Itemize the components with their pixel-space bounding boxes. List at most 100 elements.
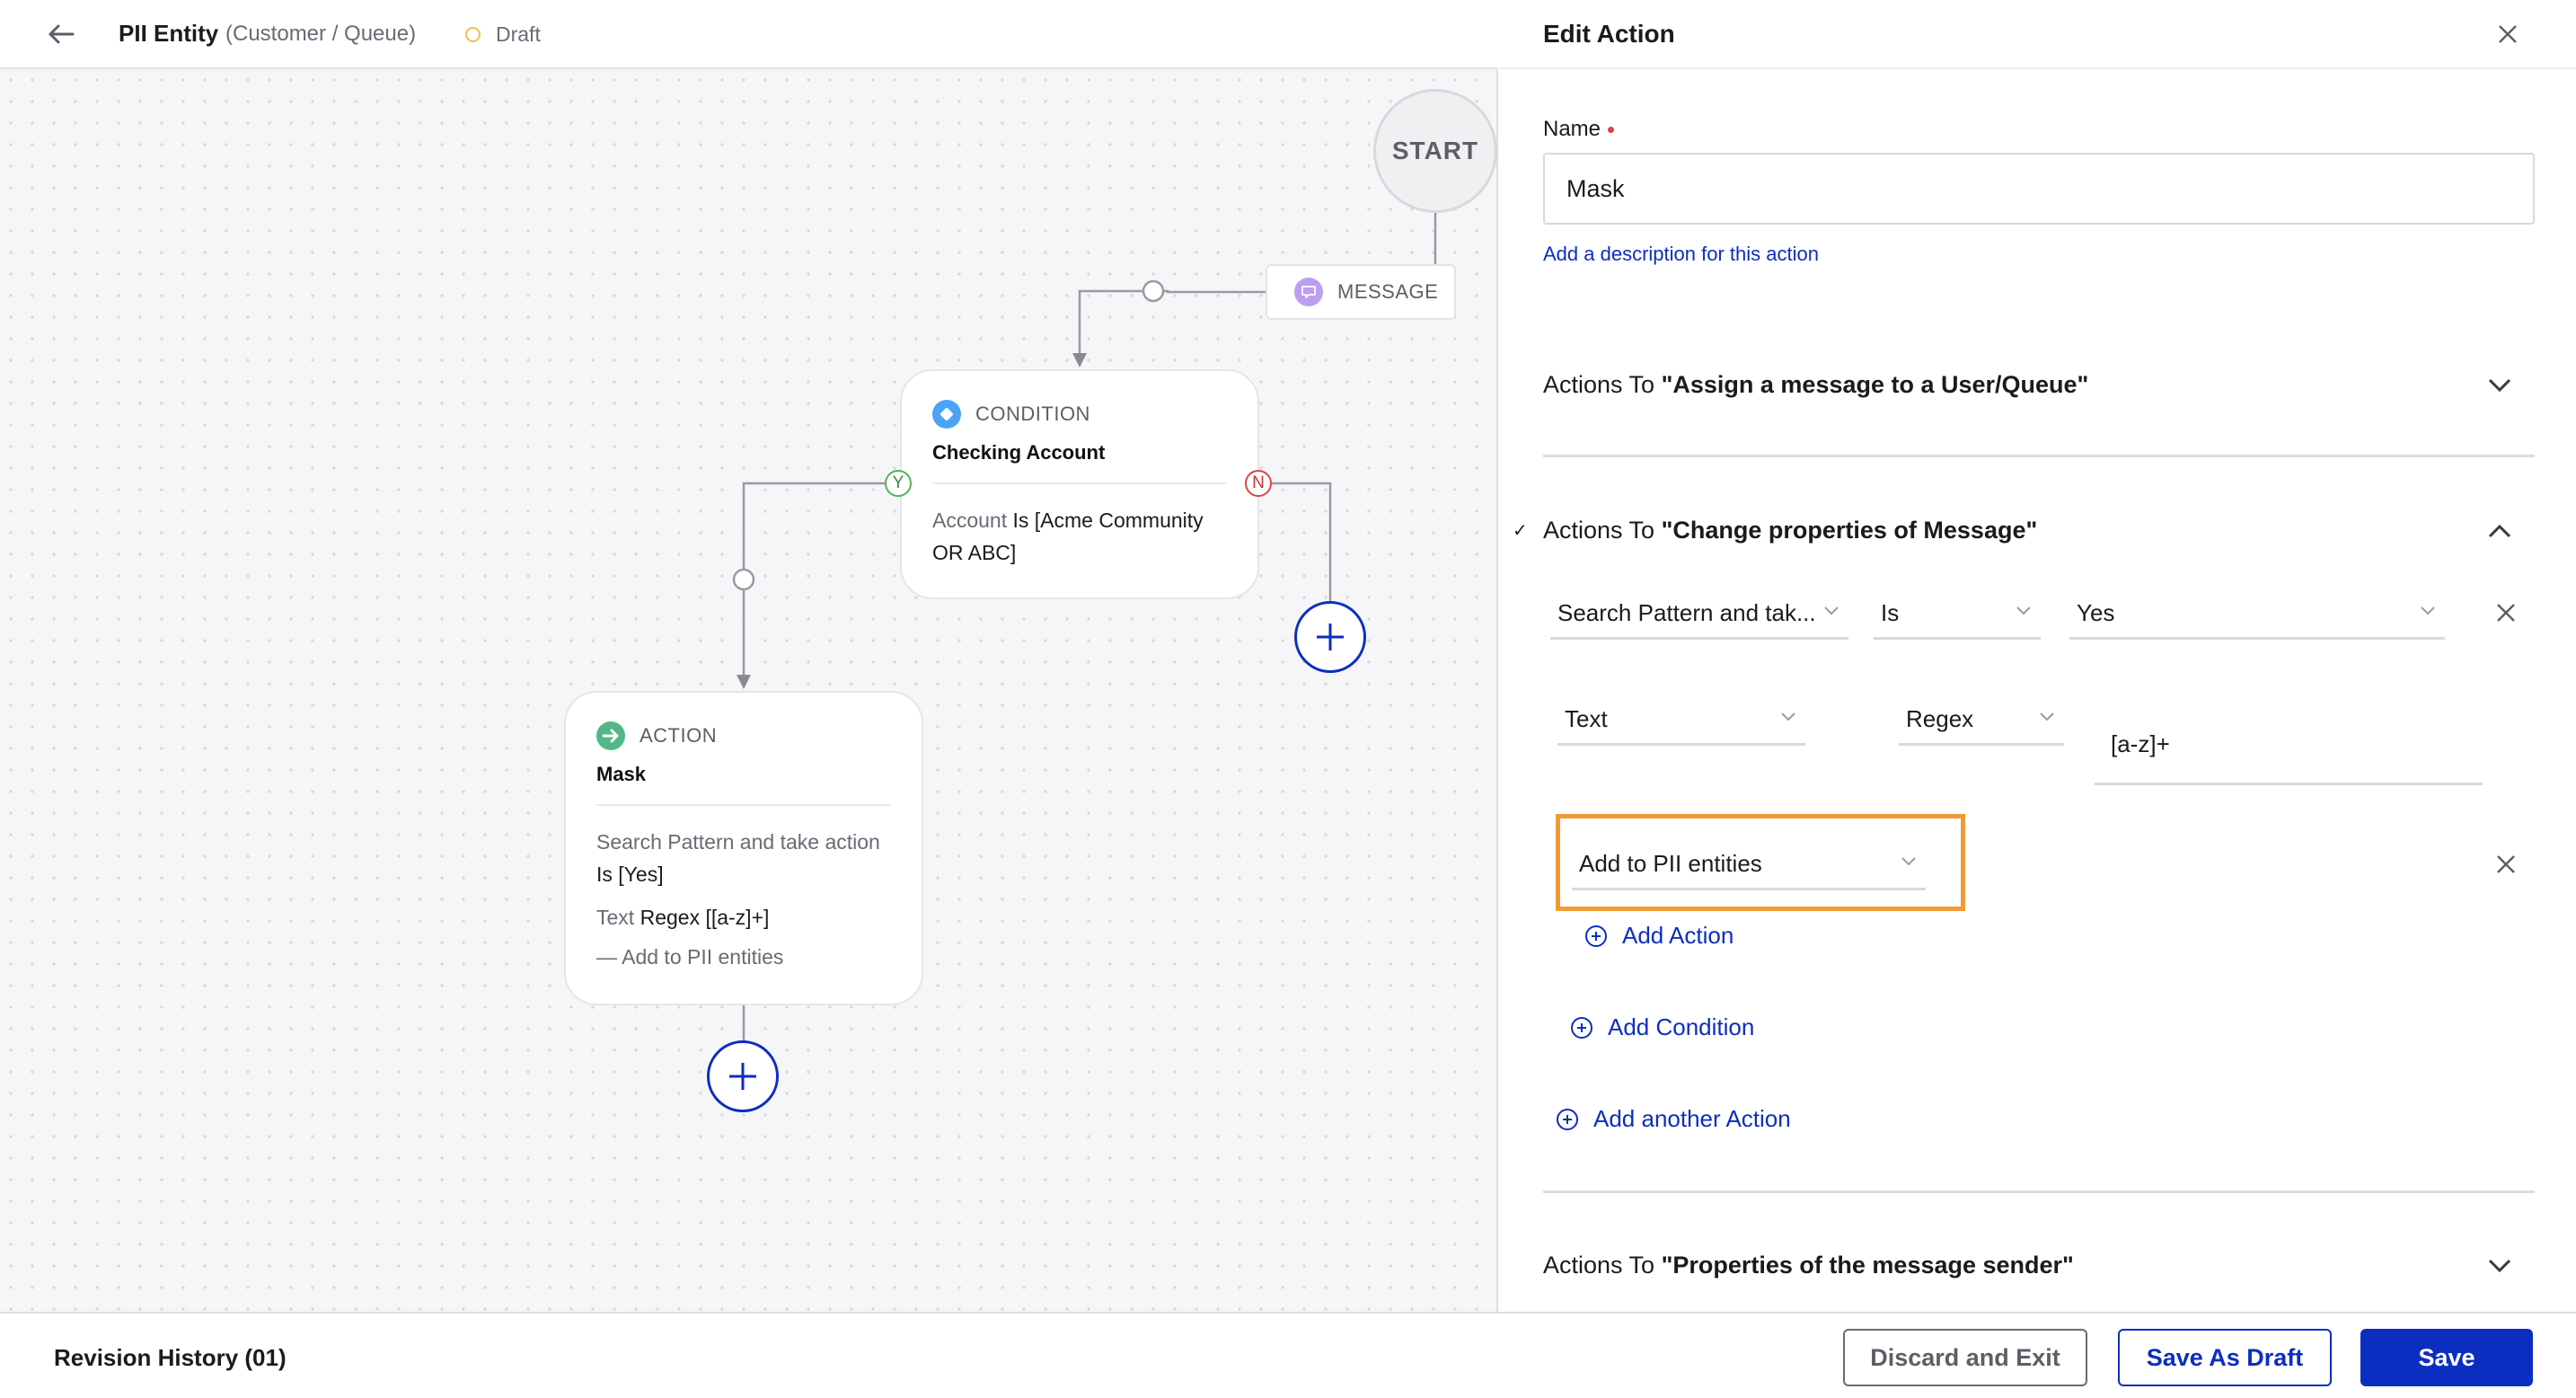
connector-yes-branch — [742, 482, 885, 680]
rule-value: Regex [[a-z]+] — [640, 906, 770, 929]
action-arrow-icon — [596, 721, 625, 750]
add-another-action-link[interactable]: Add another Action — [1556, 1105, 1791, 1133]
chevron-down-icon — [1901, 857, 1916, 866]
name-label-text: Name — [1543, 117, 1601, 141]
add-node-button[interactable] — [1294, 601, 1366, 673]
panel-header: Edit Action — [1500, 0, 2576, 69]
rule-value: Is [Yes] — [596, 863, 664, 886]
chevron-down-icon — [2040, 712, 2054, 721]
page-title: PII Entity — [119, 20, 219, 47]
status-badge: Draft — [496, 22, 541, 46]
divider — [596, 804, 891, 806]
add-condition-link[interactable]: Add Condition — [1570, 1013, 1754, 1041]
regex-input[interactable] — [2095, 697, 2483, 785]
edit-action-panel: Edit Action Name Add a description for t… — [1500, 0, 2576, 1312]
add-condition-label: Add Condition — [1608, 1013, 1755, 1040]
connector-handle — [1142, 279, 1165, 303]
name-input[interactable] — [1543, 153, 2535, 225]
add-another-action-label: Add another Action — [1593, 1105, 1791, 1132]
name-field-label: Name — [1543, 117, 1615, 142]
select-value: Is — [1881, 599, 1900, 626]
action-rule-3: — Add to PII entities — [596, 945, 784, 969]
no-branch-badge: N — [1245, 470, 1272, 497]
section-divider — [1543, 1190, 2535, 1193]
close-panel-button[interactable] — [2492, 18, 2524, 50]
check-icon: ✓ — [1513, 521, 1528, 541]
condition-node[interactable]: CONDITION Checking Account Account Is [A… — [900, 369, 1259, 599]
close-icon — [2497, 604, 2515, 622]
section-name: "Change properties of Message" — [1661, 516, 2038, 544]
chevron-down-icon — [2016, 606, 2031, 615]
yes-branch-badge: Y — [885, 470, 912, 497]
section-divider — [1543, 455, 2535, 457]
section-prefix: Actions To — [1543, 516, 1662, 544]
chevron-up-icon[interactable] — [2486, 518, 2513, 544]
action-rule-1: Search Pattern and take action Is [Yes] — [596, 826, 891, 890]
connector-handle — [732, 568, 755, 591]
revision-history-link[interactable]: Revision History (01) — [54, 1344, 287, 1372]
back-button[interactable] — [45, 18, 77, 50]
section-change-properties[interactable]: ✓ Actions To "Change properties of Messa… — [1513, 512, 2535, 548]
plus-circle-icon — [1585, 925, 1607, 947]
value-select[interactable]: Yes — [2069, 589, 2445, 640]
remove-rule-button[interactable] — [2490, 597, 2522, 629]
connector-no-branch — [1272, 482, 1332, 601]
plus-icon — [1317, 624, 1344, 650]
message-node[interactable]: MESSAGE — [1266, 264, 1456, 320]
save-button[interactable]: Save — [2360, 1329, 2533, 1386]
section-assign-message[interactable]: Actions To "Assign a message to a User/Q… — [1543, 367, 2535, 403]
message-label: MESSAGE — [1337, 280, 1439, 303]
section-title: Actions To "Assign a message to a User/Q… — [1543, 371, 2088, 399]
flow-canvas[interactable]: START MESSAGE CONDITION Checking Account… — [0, 69, 1498, 1312]
section-message-sender[interactable]: Actions To "Properties of the message se… — [1543, 1247, 2535, 1283]
chevron-down-icon — [1781, 712, 1795, 721]
add-action-link[interactable]: Add Action — [1584, 922, 1734, 950]
add-node-button[interactable] — [707, 1040, 779, 1112]
discard-and-exit-button[interactable]: Discard and Exit — [1843, 1329, 2087, 1386]
divider — [932, 482, 1227, 484]
section-prefix: Actions To — [1543, 1251, 1662, 1279]
footer-bar: Revision History (01) Discard and Exit S… — [0, 1312, 2576, 1398]
select-value: Add to PII entities — [1579, 850, 1762, 877]
arrowhead — [737, 675, 751, 689]
condition-icon — [932, 400, 961, 429]
start-node[interactable]: START — [1373, 89, 1497, 213]
condition-rule: Account Is [Acme Community OR ABC] — [932, 504, 1227, 569]
chevron-down-icon — [2421, 606, 2435, 615]
node-type-label: CONDITION — [975, 403, 1090, 425]
section-prefix: Actions To — [1543, 370, 1662, 398]
select-value: Regex — [1906, 705, 1974, 732]
chevron-down-icon[interactable] — [2486, 372, 2513, 399]
save-as-draft-button[interactable]: Save As Draft — [2118, 1329, 2332, 1386]
pattern-field-select[interactable]: Text — [1557, 695, 1805, 746]
action-rule-2: Text Regex [[a-z]+] — [596, 901, 891, 933]
close-icon — [2499, 25, 2517, 43]
message-icon — [1294, 278, 1323, 306]
select-value: Text — [1565, 705, 1608, 732]
action-node[interactable]: ACTION Mask Search Pattern and take acti… — [564, 691, 923, 1005]
section-title: Actions To "Change properties of Message… — [1543, 517, 2037, 544]
chevron-down-icon — [1824, 606, 1839, 615]
section-name: "Properties of the message sender" — [1661, 1251, 2074, 1279]
operator-select[interactable]: Is — [1874, 589, 2041, 640]
panel-title: Edit Action — [1543, 20, 1675, 48]
node-name: Checking Account — [932, 441, 1106, 464]
draft-status-icon — [465, 27, 481, 42]
select-value: Yes — [2077, 599, 2115, 626]
plus-circle-icon — [1571, 1016, 1592, 1039]
add-description-link[interactable]: Add a description for this action — [1543, 243, 1819, 266]
plus-icon — [729, 1063, 756, 1090]
action-type-select[interactable]: Add to PII entities — [1572, 840, 1926, 890]
arrow-left-icon — [49, 24, 75, 44]
section-title: Actions To "Properties of the message se… — [1543, 1252, 2074, 1279]
chevron-down-icon[interactable] — [2486, 1252, 2513, 1279]
top-bar: PII Entity (Customer / Queue) Draft — [0, 0, 1498, 69]
field-select[interactable]: Search Pattern and tak... — [1550, 589, 1848, 640]
close-icon — [2497, 855, 2515, 873]
required-indicator — [1608, 127, 1615, 134]
node-type-label: ACTION — [640, 724, 718, 747]
plus-circle-icon — [1557, 1108, 1578, 1130]
arrowhead — [1072, 353, 1087, 367]
pattern-type-select[interactable]: Regex — [1899, 695, 2064, 746]
remove-action-button[interactable] — [2490, 848, 2522, 880]
